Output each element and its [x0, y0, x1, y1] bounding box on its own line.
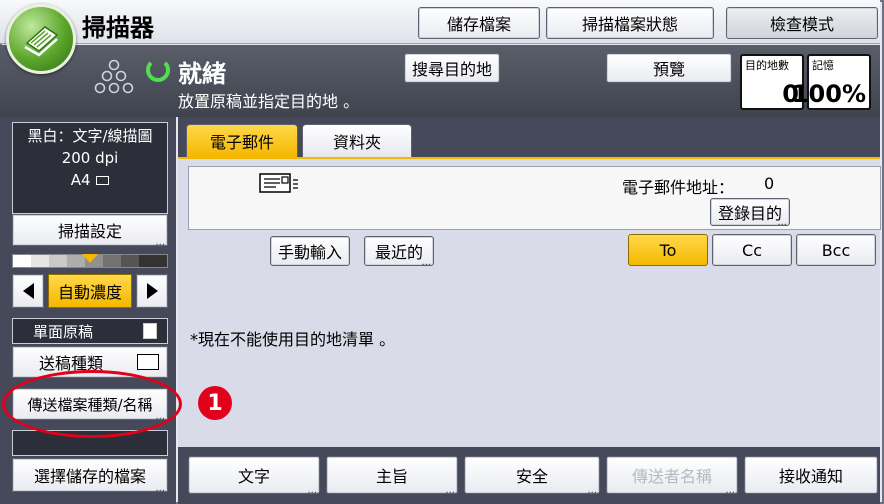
highlight-oval — [2, 370, 182, 438]
status-message: 放置原稿並指定目的地 。 — [178, 92, 360, 111]
tab-folder[interactable]: 資料夾 — [302, 124, 412, 157]
color-mode-text: 黑白：文字/線描圖 — [27, 127, 153, 145]
email-address-count: 0 — [764, 174, 775, 193]
email-address-label: 電子郵件地址： — [622, 178, 735, 197]
status-title: 就緒 — [178, 60, 226, 88]
scanner-app-icon — [6, 4, 76, 74]
check-mode-button[interactable]: 檢查模式 — [726, 7, 878, 39]
density-increase-button[interactable] — [136, 274, 168, 308]
preview-button[interactable]: 預覽 — [606, 53, 732, 83]
store-file-button[interactable]: 儲存檔案 — [418, 7, 540, 39]
security-button[interactable]: 安全 — [464, 456, 600, 496]
register-destination-button[interactable]: 登錄目的 — [710, 198, 790, 228]
destination-list-note: *現在不能使用目的地清單 。 — [190, 330, 396, 349]
tab-email[interactable]: 電子郵件 — [186, 124, 298, 157]
email-envelope-icon — [259, 173, 298, 193]
step-number-badge: 1 — [198, 386, 232, 420]
memory-counter-label: 記憶 — [812, 59, 834, 72]
memory-counter: 記憶 100% — [792, 54, 871, 110]
reception-notice-button[interactable]: 接收通知 — [744, 456, 878, 494]
paper-size-text: A4 — [70, 171, 91, 189]
arrow-right-icon — [146, 283, 158, 299]
select-stored-file-button[interactable]: 選擇儲存的檔案 — [12, 458, 168, 494]
originals-icon — [94, 59, 134, 94]
bcc-button[interactable]: Bcc — [796, 234, 876, 266]
manual-input-button[interactable]: 手動輸入 — [270, 236, 350, 266]
arrow-left-icon — [22, 283, 34, 299]
original-type-label: 單面原稿 — [33, 322, 94, 341]
feed-type-icon — [137, 354, 159, 370]
density-decrease-button[interactable] — [12, 274, 44, 308]
single-sided-icon — [143, 323, 157, 339]
landscape-page-icon — [96, 176, 110, 185]
recent-button[interactable]: 最近的 — [364, 236, 434, 268]
paper-size-row: A4 — [13, 169, 167, 191]
destination-counter-label: 目的地數 — [745, 59, 789, 72]
density-pointer-icon — [82, 254, 98, 263]
original-type-row[interactable]: 單面原稿 — [12, 318, 168, 344]
memory-counter-value: 100% — [791, 80, 866, 108]
auto-density-button[interactable]: 自動濃度 — [48, 274, 132, 308]
search-destination-button[interactable]: 搜尋目的地 — [404, 53, 500, 83]
app-title: 掃描器 — [82, 14, 154, 42]
text-button[interactable]: 文字 — [188, 456, 320, 496]
sender-name-button[interactable]: 傳送者名稱 — [606, 456, 738, 496]
cc-button[interactable]: Cc — [712, 234, 792, 266]
scan-settings-summary: 黑白：文字/線描圖 200 dpi A4 — [12, 122, 168, 214]
ready-status-icon — [146, 58, 170, 82]
scanned-files-status-button[interactable]: 掃描檔案狀態 — [546, 7, 714, 39]
to-button[interactable]: To — [628, 234, 708, 266]
resolution-text: 200 dpi — [61, 149, 119, 167]
scan-settings-button[interactable]: 掃描設定 — [12, 214, 168, 248]
subject-button[interactable]: 主旨 — [326, 456, 458, 496]
